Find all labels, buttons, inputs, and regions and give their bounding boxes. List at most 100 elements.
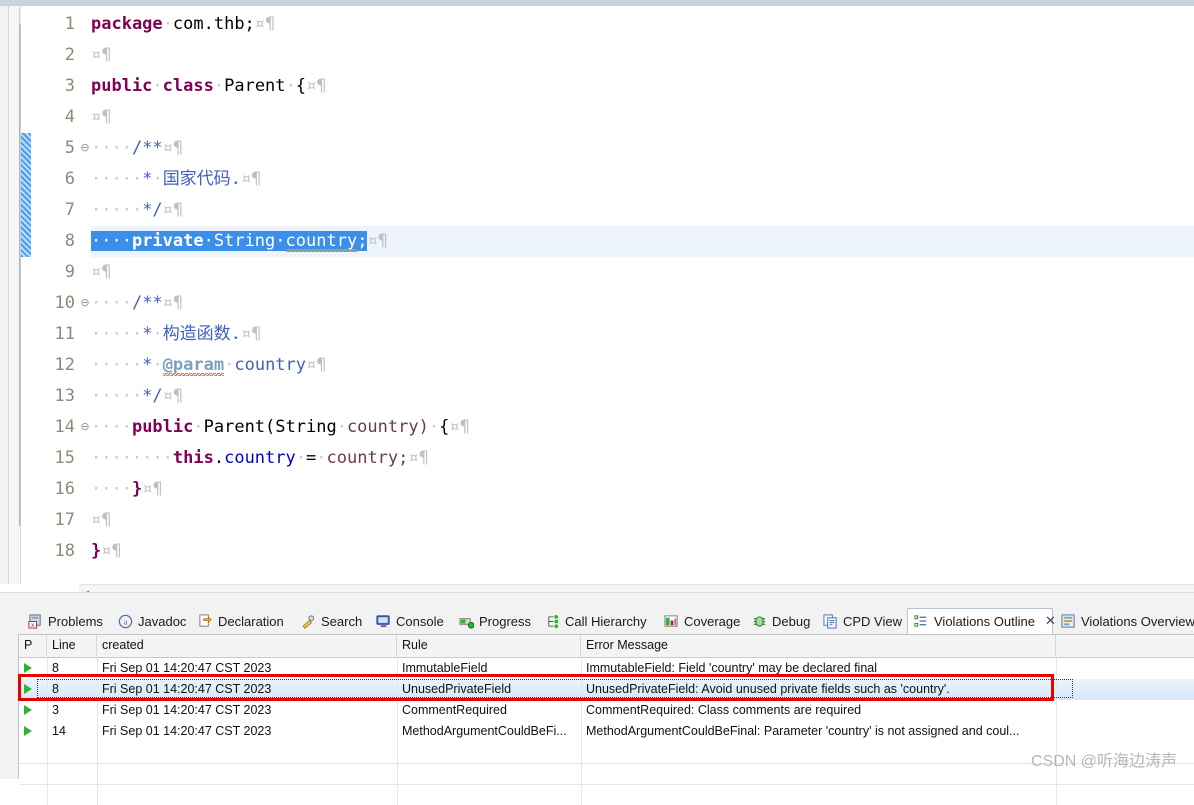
editor-line-number-ruler: 1 2 3 4 5 6 7 8 9 10 11 12 13 14 15 16 17 18 xyxy=(41,6,79,584)
line-number: 13 xyxy=(54,386,75,406)
code-fold-collapse-icon[interactable]: ⊖ xyxy=(79,412,91,443)
view-tab-bar[interactable]: x Problems a Javadoc Declaration Search Consol… xyxy=(0,608,1194,634)
column-header-line[interactable]: Line xyxy=(47,635,97,656)
code-token: ¤¶ xyxy=(91,107,112,127)
code-line[interactable]: ····public·Parent(String·country)·{¤¶ xyxy=(91,412,470,443)
code-token: 国家代码. xyxy=(162,169,241,189)
column-header-priority[interactable]: P xyxy=(19,635,47,656)
changed-lines-indicator xyxy=(21,133,31,257)
code-line[interactable]: ¤¶ xyxy=(91,257,111,288)
tab-cpd-view[interactable]: CPD View xyxy=(817,608,907,634)
java-code-editor[interactable]: 1 2 3 4 5 6 7 8 9 10 11 12 13 14 15 16 17 18 package·com.… xyxy=(0,6,1194,603)
code-token: · xyxy=(224,355,235,375)
code-token: · xyxy=(428,417,440,437)
line-number: 3 xyxy=(64,76,75,96)
svg-text:a: a xyxy=(124,616,128,626)
code-token: country xyxy=(224,448,296,468)
editor-left-strip xyxy=(0,6,9,584)
violations-outline-icon xyxy=(914,614,929,629)
tab-progress[interactable]: Progress xyxy=(453,608,539,634)
tab-search[interactable]: Search xyxy=(295,608,370,634)
line-number: 16 xyxy=(54,479,75,499)
editor-marker-bar[interactable] xyxy=(21,6,59,584)
code-line[interactable]: ¤¶ xyxy=(91,102,111,133)
declaration-icon xyxy=(198,613,213,629)
tab-label: CPD View xyxy=(843,613,903,629)
code-token: ¤¶ xyxy=(91,262,112,282)
tab-javadoc[interactable]: a Javadoc xyxy=(112,608,192,634)
code-token: ¤¶ xyxy=(91,510,112,530)
code-line[interactable]: package·com.thb;¤¶ xyxy=(91,9,275,40)
editor-code-area[interactable]: package·com.thb;¤¶ ¤¶ public·class·Parent·… xyxy=(91,6,1194,584)
cell-rule: MethodArgumentCouldBeFi... xyxy=(402,724,567,738)
priority-arrow-icon xyxy=(24,705,32,715)
tab-declaration[interactable]: Declaration xyxy=(192,608,295,634)
tab-label: Coverage xyxy=(684,613,741,629)
cell-separator xyxy=(1056,658,1194,679)
code-token: @param xyxy=(162,355,225,376)
tab-violations-overview[interactable]: Violations Overview xyxy=(1055,608,1194,634)
code-fold-collapse-icon[interactable]: ⊖ xyxy=(79,133,91,164)
column-header-extra[interactable] xyxy=(1056,635,1194,656)
cell-separator xyxy=(581,784,1057,805)
tab-label: Debug xyxy=(772,613,811,629)
code-token: ····· xyxy=(91,169,143,189)
column-header-message[interactable]: Error Message xyxy=(581,635,1056,656)
code-token: ¤¶ xyxy=(254,14,276,34)
line-number: 8 xyxy=(64,231,75,251)
tab-call-hierarchy[interactable]: Call Hierarchy xyxy=(539,608,658,634)
code-line[interactable]: ········this.country·=·country;¤¶ xyxy=(91,443,429,474)
code-token: } xyxy=(91,541,102,561)
tab-coverage[interactable]: Coverage xyxy=(658,608,746,634)
table-header-row[interactable]: P Line created Rule Error Message xyxy=(19,635,1194,658)
code-line[interactable]: ·····*·构造函数.¤¶ xyxy=(91,319,261,350)
code-token: ¤¶ xyxy=(162,200,184,220)
code-line[interactable]: ····/**¤¶ xyxy=(91,133,183,164)
code-line[interactable]: ····private·String·country;¤¶ xyxy=(91,226,388,257)
code-token: String xyxy=(213,231,276,251)
cell-separator xyxy=(1056,721,1194,742)
code-line[interactable]: public·class·Parent·{¤¶ xyxy=(91,71,327,102)
code-token: ¤¶ xyxy=(91,45,112,65)
tab-label: Console xyxy=(396,613,444,629)
line-number: 14 xyxy=(54,417,75,437)
cell-message: CommentRequired: Class comments are requ… xyxy=(586,703,862,717)
code-token: class xyxy=(162,76,214,96)
code-token: country xyxy=(234,355,307,375)
priority-arrow-icon xyxy=(24,663,32,673)
table-row[interactable]: 3 Fri Sep 01 14:20:47 CST 2023 CommentRequ… xyxy=(19,700,1194,721)
column-header-rule[interactable]: Rule xyxy=(397,635,581,656)
code-line[interactable]: ¤¶ xyxy=(91,40,111,71)
violations-outline-table[interactable]: P Line created Rule Error Message 8 Fri Sep 0… xyxy=(18,634,1194,805)
code-line[interactable]: ·····*/¤¶ xyxy=(91,195,183,226)
code-line[interactable]: ····}¤¶ xyxy=(91,474,163,505)
tab-label: Violations Outline xyxy=(934,613,1035,629)
code-line[interactable]: ·····*/¤¶ xyxy=(91,381,183,412)
code-token: ¤¶ xyxy=(240,324,262,344)
code-fold-collapse-icon[interactable]: ⊖ xyxy=(79,288,91,319)
tab-console[interactable]: Console xyxy=(370,608,453,634)
search-icon xyxy=(301,614,316,629)
cell-separator xyxy=(97,742,398,763)
tab-violations-outline[interactable]: Violations Outline ✕ xyxy=(907,608,1056,634)
editor-vertical-scrollbar[interactable] xyxy=(9,6,30,584)
code-line[interactable]: ····/**¤¶ xyxy=(91,288,183,319)
csdn-watermark: CSDN @听海边涛声 xyxy=(1031,753,1178,770)
code-token: ¤¶ xyxy=(306,76,327,96)
code-line[interactable]: ·····*·@param·country¤¶ xyxy=(91,350,327,381)
code-token: · xyxy=(213,76,225,96)
tab-debug[interactable]: Debug xyxy=(746,608,817,634)
cell-separator xyxy=(97,784,398,805)
code-token: · xyxy=(152,355,163,375)
code-token: ¤¶ xyxy=(162,138,184,158)
code-line[interactable]: }¤¶ xyxy=(91,536,122,567)
code-line[interactable]: ·····*·国家代码.¤¶ xyxy=(91,164,261,195)
code-line[interactable]: ¤¶ xyxy=(91,505,111,536)
cell-created: Fri Sep 01 14:20:47 CST 2023 xyxy=(102,703,272,717)
tab-problems[interactable]: x Problems xyxy=(22,608,110,634)
code-token: this xyxy=(172,448,214,468)
table-row[interactable]: 14 Fri Sep 01 14:20:47 CST 2023 MethodArgu… xyxy=(19,721,1194,742)
column-header-created[interactable]: created xyxy=(97,635,397,656)
code-token: ···· xyxy=(91,231,132,251)
tab-label: Call Hierarchy xyxy=(565,613,647,629)
